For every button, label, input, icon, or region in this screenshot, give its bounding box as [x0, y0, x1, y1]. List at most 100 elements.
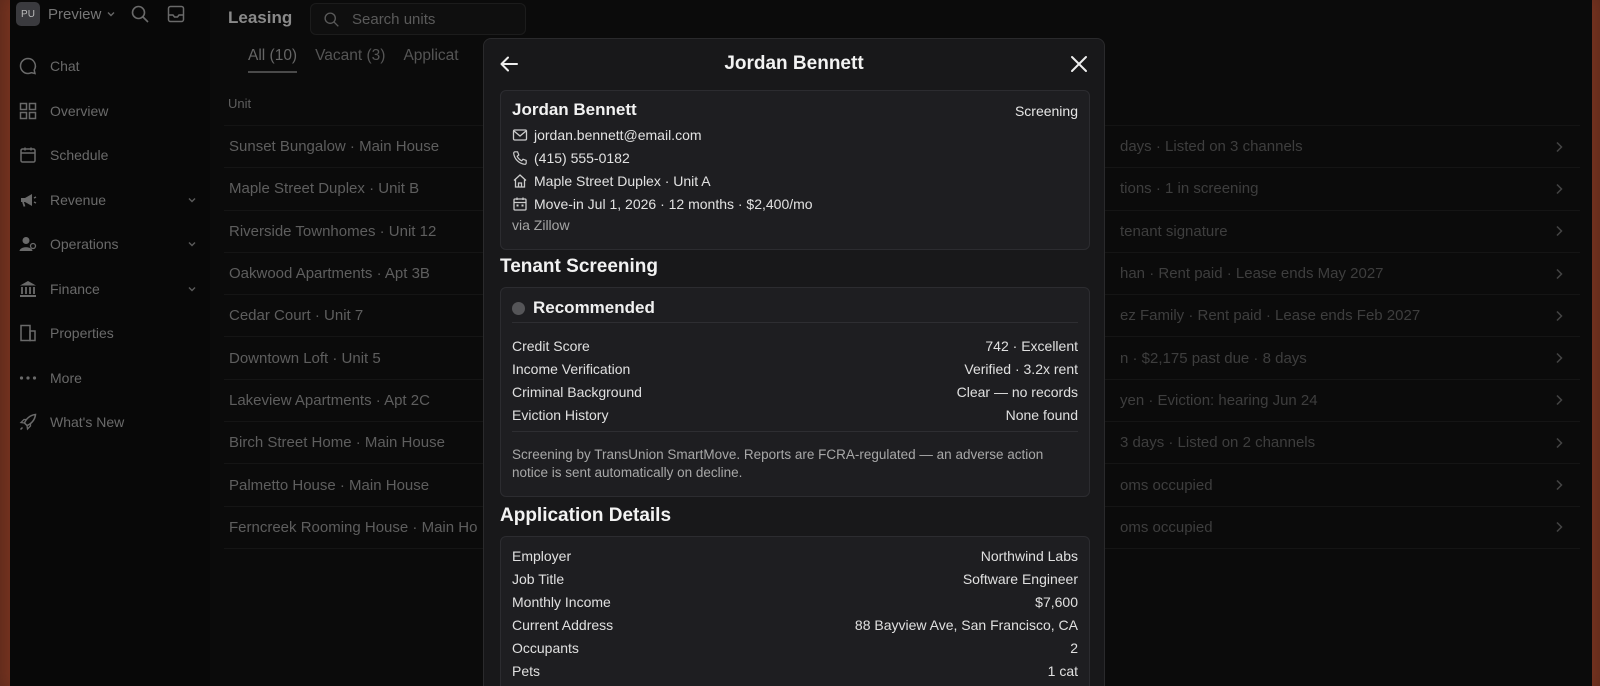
- workspace-switcher[interactable]: PU Preview: [16, 2, 117, 26]
- chevron-right-icon: [1556, 141, 1563, 152]
- calendar-icon: [20, 147, 36, 163]
- row-status: han · Rent paid · Lease ends May 2027: [1120, 265, 1384, 283]
- chevron-right-icon: [1556, 268, 1563, 279]
- row-unit: Cedar Court · Unit 7: [229, 307, 364, 325]
- screening-result-label: Recommended: [533, 298, 655, 317]
- application-item: Employer Northwind Labs: [512, 548, 1078, 568]
- item-label: Income Verification: [512, 361, 631, 377]
- sidebar-item-label: Revenue: [50, 191, 107, 208]
- modal-title: Jordan Bennett: [724, 53, 864, 74]
- search-box[interactable]: [310, 3, 526, 35]
- chevron-right-icon: [1556, 395, 1563, 406]
- mail-icon: [512, 129, 528, 141]
- bank-icon: [20, 280, 36, 297]
- applicant-phone[interactable]: (415) 555-0182: [534, 150, 630, 166]
- chevron-down-icon[interactable]: [186, 283, 198, 295]
- application-item: Current Address 88 Bayview Ave, San Franc…: [512, 617, 1078, 637]
- close-icon[interactable]: [1068, 53, 1090, 75]
- application-item: Pets 1 cat: [512, 663, 1078, 683]
- applicant-name: Jordan Bennett: [512, 100, 637, 119]
- chevron-right-icon: [1556, 183, 1563, 194]
- chevron-right-icon: [1556, 310, 1563, 321]
- property-line: Maple Street Duplex · Unit A: [512, 173, 711, 189]
- app-window: PU Preview Chat Overview Schedule Revenu…: [10, 0, 1592, 686]
- item-value: 2: [1070, 640, 1078, 656]
- item-label: Occupants: [512, 640, 579, 656]
- applicant-card: Jordan Bennett Screening jordan.bennett@…: [500, 90, 1090, 250]
- item-value: None found: [1005, 407, 1078, 423]
- phone-line: (415) 555-0182: [512, 150, 630, 166]
- building-icon: [20, 325, 36, 342]
- chevron-right-icon: [1556, 479, 1563, 491]
- item-label: Criminal Background: [512, 384, 642, 400]
- section-title-screening: Tenant Screening: [500, 256, 659, 277]
- sidebar-item-whats-new[interactable]: What's New: [18, 400, 208, 445]
- item-value: 88 Bayview Ave, San Francisco, CA: [854, 617, 1078, 633]
- workspace-avatar: PU: [16, 2, 40, 26]
- row-status: n · $2,175 past due · 8 days: [1120, 349, 1307, 367]
- item-label: Current Address: [512, 617, 614, 633]
- sidebar-item-chat[interactable]: Chat: [18, 44, 208, 89]
- page-title: Leasing: [228, 8, 293, 27]
- sidebar-item-schedule[interactable]: Schedule: [18, 133, 208, 178]
- calendar-icon: [513, 197, 527, 211]
- row-status: tenant signature: [1120, 222, 1228, 240]
- sidebar-item-label: More: [50, 369, 82, 386]
- sidebar-item-label: Finance: [50, 280, 100, 297]
- search-input[interactable]: [352, 10, 512, 28]
- sidebar-item-operations[interactable]: Operations: [18, 222, 208, 267]
- sidebar-item-overview[interactable]: Overview: [18, 89, 208, 134]
- megaphone-icon: [21, 193, 37, 207]
- item-value: 742 · Excellent: [985, 338, 1078, 354]
- chevron-down-icon[interactable]: [186, 194, 198, 206]
- chevron-right-icon: [1556, 522, 1563, 533]
- phone-icon: [513, 151, 527, 165]
- row-status: oms occupied: [1120, 518, 1213, 536]
- screening-item: Credit Score 742 · Excellent: [512, 338, 1078, 358]
- row-status: tions · 1 in screening: [1120, 180, 1259, 198]
- more-icon: [19, 376, 37, 380]
- applicant-email[interactable]: jordan.bennett@email.com: [534, 127, 702, 143]
- inbox-icon[interactable]: [166, 4, 186, 24]
- tab-bar: All (10) Vacant (3) Applicat: [248, 47, 459, 73]
- item-label: Pets: [512, 663, 541, 679]
- screening-result: Recommended: [512, 298, 655, 318]
- item-label: Eviction History: [512, 407, 609, 423]
- home-icon: [513, 174, 527, 188]
- item-label: Job Title: [512, 571, 565, 587]
- item-value: $7,600: [1035, 594, 1078, 610]
- sidebar-item-label: What's New: [50, 414, 125, 431]
- row-status: oms occupied: [1120, 476, 1213, 494]
- row-unit: Oakwood Apartments · Apt 3B: [229, 265, 430, 283]
- row-unit: Sunset Bungalow · Main House: [229, 138, 440, 156]
- sidebar-item-label: Schedule: [50, 147, 109, 164]
- tab-vacant[interactable]: Vacant (3): [315, 47, 385, 73]
- sidebar-item-revenue[interactable]: Revenue: [18, 178, 208, 223]
- sidebar-nav: Chat Overview Schedule Revenue Operation…: [18, 44, 208, 445]
- sidebar-item-finance[interactable]: Finance: [18, 267, 208, 312]
- people-icon: [19, 237, 37, 252]
- tab-all[interactable]: All (10): [248, 47, 298, 73]
- chevron-down-icon: [107, 12, 115, 17]
- item-value: 1 cat: [1047, 663, 1078, 679]
- status-dot: [512, 301, 525, 315]
- chevron-down-icon[interactable]: [186, 238, 198, 250]
- move-in-line: Move-in Jul 1, 2026 · 12 months · $2,400…: [512, 196, 813, 212]
- column-header-unit: Unit: [228, 96, 252, 111]
- sidebar-item-more[interactable]: More: [18, 356, 208, 401]
- sidebar-item-properties[interactable]: Properties: [18, 311, 208, 356]
- screening-card: Recommended Credit Score 742 · Excellent …: [500, 287, 1090, 497]
- applicant-source: via Zillow: [512, 217, 570, 233]
- status-badge: Screening: [1014, 103, 1078, 119]
- row-unit: Lakeview Apartments · Apt 2C: [229, 391, 430, 409]
- applicant-move-in: Move-in Jul 1, 2026 · 12 months · $2,400…: [534, 196, 813, 212]
- search-icon[interactable]: [130, 4, 150, 24]
- sidebar-item-label: Operations: [50, 236, 119, 253]
- row-unit: Ferncreek Rooming House · Main Ho: [229, 518, 478, 536]
- application-card: Employer Northwind Labs Job Title Software…: [500, 536, 1090, 686]
- chat-icon: [19, 57, 37, 75]
- tab-applications[interactable]: Applicat: [403, 47, 458, 73]
- row-unit: Downtown Loft · Unit 5: [229, 349, 381, 367]
- sidebar-item-label: Overview: [50, 102, 109, 119]
- item-value: Software Engineer: [962, 571, 1078, 587]
